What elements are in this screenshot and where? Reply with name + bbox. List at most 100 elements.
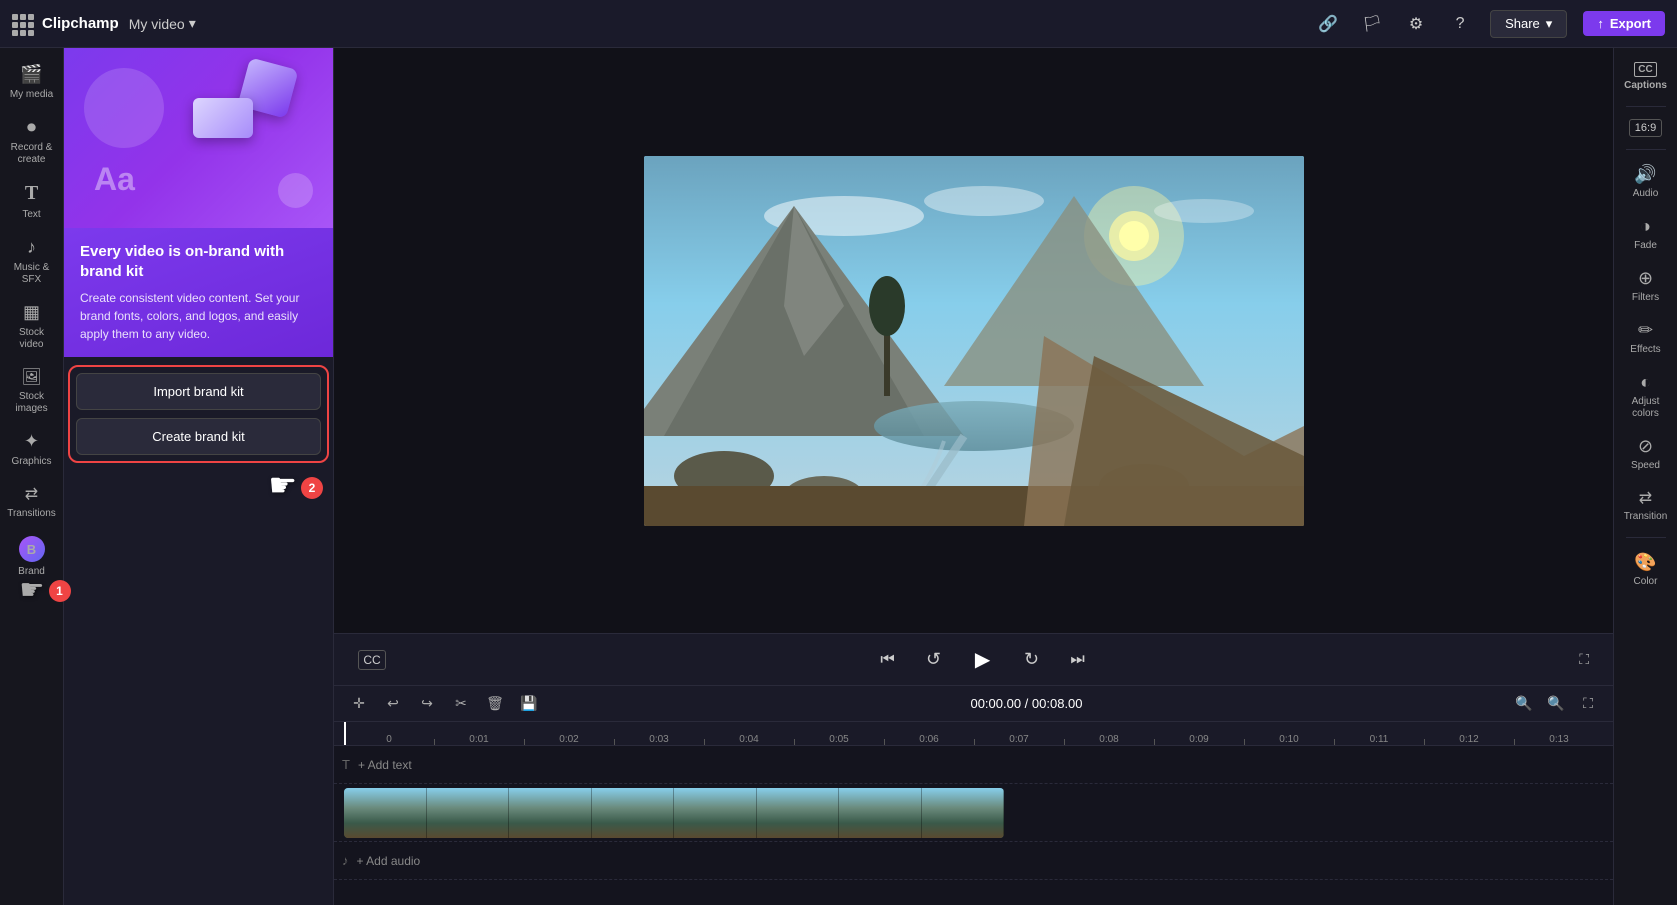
right-panel: CC Captions 16:9 🔊 Audio ◑ Fade ⊕ Filter… <box>1613 48 1677 905</box>
aspect-ratio-selector[interactable]: 16:9 <box>1629 119 1662 137</box>
share-button[interactable]: Share ▾ <box>1490 10 1567 38</box>
sidebar-item-brand[interactable]: B Brand ☛ 1 <box>3 528 61 584</box>
cursor-annotation-1: ☛ 1 <box>19 576 70 604</box>
icon-sidebar: 🎬 My media ⏺ Record &create T Text ♪ Mus… <box>0 48 64 905</box>
import-brand-kit-button[interactable]: Import brand kit <box>76 373 321 410</box>
filters-label: Filters <box>1632 292 1659 304</box>
captions-toggle-button[interactable]: CC <box>358 650 386 670</box>
ruler-mark-9: 0:09 <box>1154 734 1244 745</box>
sidebar-item-label: Transitions <box>7 508 56 520</box>
add-text-label[interactable]: + Add text <box>358 758 412 772</box>
video-track-strip[interactable] <box>344 788 1004 838</box>
sidebar-item-graphics[interactable]: ✦ Graphics <box>3 423 61 474</box>
cut-button[interactable]: ✂ <box>448 691 474 717</box>
sidebar-item-record-create[interactable]: ⏺ Record &create <box>3 109 61 172</box>
ruler-mark-6: 0:06 <box>884 734 974 745</box>
ruler-mark-0: 0 <box>344 734 434 745</box>
brand-action-buttons-area: Import brand kit Create brand kit ☛ 2 <box>64 357 333 471</box>
sidebar-item-text[interactable]: T Text <box>3 174 61 227</box>
video-preview-area <box>334 48 1613 633</box>
create-brand-kit-button[interactable]: Create brand kit <box>76 418 321 455</box>
cursor-hand-2-icon: ☛ <box>268 469 297 501</box>
sidebar-item-my-media[interactable]: 🎬 My media <box>3 56 61 107</box>
sidebar-item-stock-images[interactable]: 🖼 Stock images <box>3 359 61 421</box>
zoom-in-button[interactable]: 🔍 <box>1543 691 1569 717</box>
delete-button[interactable]: 🗑 <box>482 691 508 717</box>
video-thumb-1 <box>344 788 427 838</box>
export-button[interactable]: ↑ Export <box>1583 11 1665 36</box>
skip-back-button[interactable]: ⏮ <box>873 645 903 675</box>
timeline-toolbar: ✛ ↩ ↪ ✂ 🗑 💾 00:00.00 / 00:08.00 🔍 🔍 ⛶ <box>334 686 1613 722</box>
flag-icon[interactable]: 🏳 <box>1358 10 1386 38</box>
play-pause-button[interactable]: ▶ <box>965 642 1001 678</box>
zoom-out-button[interactable]: 🔍 <box>1511 691 1537 717</box>
ruler-mark-8: 0:08 <box>1064 734 1154 745</box>
sidebar-item-stock-video[interactable]: ▦ Stock video <box>3 294 61 357</box>
brand-icon: B <box>19 536 45 562</box>
adjust-colors-icon: ◐ <box>1640 372 1651 393</box>
right-panel-captions[interactable]: CC Captions <box>1617 56 1675 98</box>
topbar: Clipchamp My video ▾ 🔗 🏳 ⚙ ? Share ▾ ↑ E… <box>0 0 1677 48</box>
project-name[interactable]: My video ▾ <box>129 15 196 32</box>
save-button[interactable]: 💾 <box>516 691 542 717</box>
fit-timeline-button[interactable]: ⛶ <box>1575 691 1601 717</box>
sidebar-item-music-sfx[interactable]: ♪ Music & SFX <box>3 229 61 292</box>
video-thumb-3 <box>509 788 592 838</box>
shape-circle <box>278 173 313 208</box>
timeline-time-display: 00:00.00 / 00:08.00 <box>550 696 1503 711</box>
timeline-body: 0 0:01 0:02 0:03 0:04 0:05 0:06 0:07 0:0… <box>334 722 1613 905</box>
undo-button[interactable]: ↩ <box>380 691 406 717</box>
timeline-tracks: T + Add text <box>334 746 1613 905</box>
rewind-5s-button[interactable]: ↺ <box>919 645 949 675</box>
mountain-background <box>644 156 1304 526</box>
timeline: ✛ ↩ ↪ ✂ 🗑 💾 00:00.00 / 00:08.00 🔍 🔍 ⛶ <box>334 685 1613 905</box>
app-name: Clipchamp <box>42 15 119 32</box>
playback-left: CC <box>358 650 386 670</box>
skip-forward-button[interactable]: ⏭ <box>1063 645 1093 675</box>
annotation-badge-2: 2 <box>301 477 323 499</box>
brand-card-image <box>64 48 333 228</box>
right-panel-speed[interactable]: ⊘ Speed <box>1617 430 1675 478</box>
transition-label: Transition <box>1624 511 1668 523</box>
sidebar-item-transitions[interactable]: ⇄ Transitions <box>3 476 61 526</box>
fullscreen-button[interactable]: ⛶ <box>1579 651 1589 668</box>
filters-icon: ⊕ <box>1638 268 1653 289</box>
ruler-marks: 0 0:01 0:02 0:03 0:04 0:05 0:06 0:07 0:0… <box>344 722 1604 745</box>
right-panel-effects[interactable]: ✏ Effects <box>1617 314 1675 362</box>
ruler-mark-2: 0:02 <box>524 734 614 745</box>
sidebar-item-label: Text <box>22 209 40 221</box>
right-panel-filters[interactable]: ⊕ Filters <box>1617 262 1675 310</box>
add-audio-label[interactable]: + Add audio <box>357 854 421 868</box>
right-panel-adjust-colors[interactable]: ◐ Adjust colors <box>1617 366 1675 426</box>
playhead-line[interactable] <box>344 722 346 745</box>
effects-label: Effects <box>1630 344 1660 356</box>
help-icon[interactable]: ? <box>1446 10 1474 38</box>
ruler-mark-10: 0:10 <box>1244 734 1334 745</box>
my-media-icon: 🎬 <box>20 64 42 85</box>
divider-2 <box>1626 149 1666 150</box>
floating-shapes <box>64 48 333 228</box>
share-link-icon[interactable]: 🔗 <box>1314 10 1342 38</box>
magnet-tool-button[interactable]: ✛ <box>346 691 372 717</box>
ruler-mark-3: 0:03 <box>614 734 704 745</box>
effects-icon: ✏ <box>1638 320 1653 341</box>
right-panel-color[interactable]: 🎨 Color <box>1617 546 1675 594</box>
app-grid-icon[interactable] <box>12 14 32 34</box>
audio-icon: 🔊 <box>1634 164 1656 185</box>
video-track-row <box>334 784 1613 842</box>
text-icon: T <box>25 182 38 205</box>
brand-card-text: Every video is on-brand with brand kit C… <box>64 228 333 357</box>
ruler-mark-4: 0:04 <box>704 734 794 745</box>
forward-5s-button[interactable]: ↻ <box>1017 645 1047 675</box>
color-icon: 🎨 <box>1634 552 1656 573</box>
settings-icon[interactable]: ⚙ <box>1402 10 1430 38</box>
shape-card <box>193 98 253 138</box>
right-panel-audio[interactable]: 🔊 Audio <box>1617 158 1675 206</box>
right-panel-transition[interactable]: ⇄ Transition <box>1617 482 1675 529</box>
divider-3 <box>1626 537 1666 538</box>
redo-button[interactable]: ↪ <box>414 691 440 717</box>
right-panel-fade[interactable]: ◑ Fade <box>1617 210 1675 258</box>
audio-track-row: ♪ + Add audio <box>334 842 1613 880</box>
speed-icon: ⊘ <box>1638 436 1653 457</box>
music-icon: ♪ <box>27 237 36 258</box>
